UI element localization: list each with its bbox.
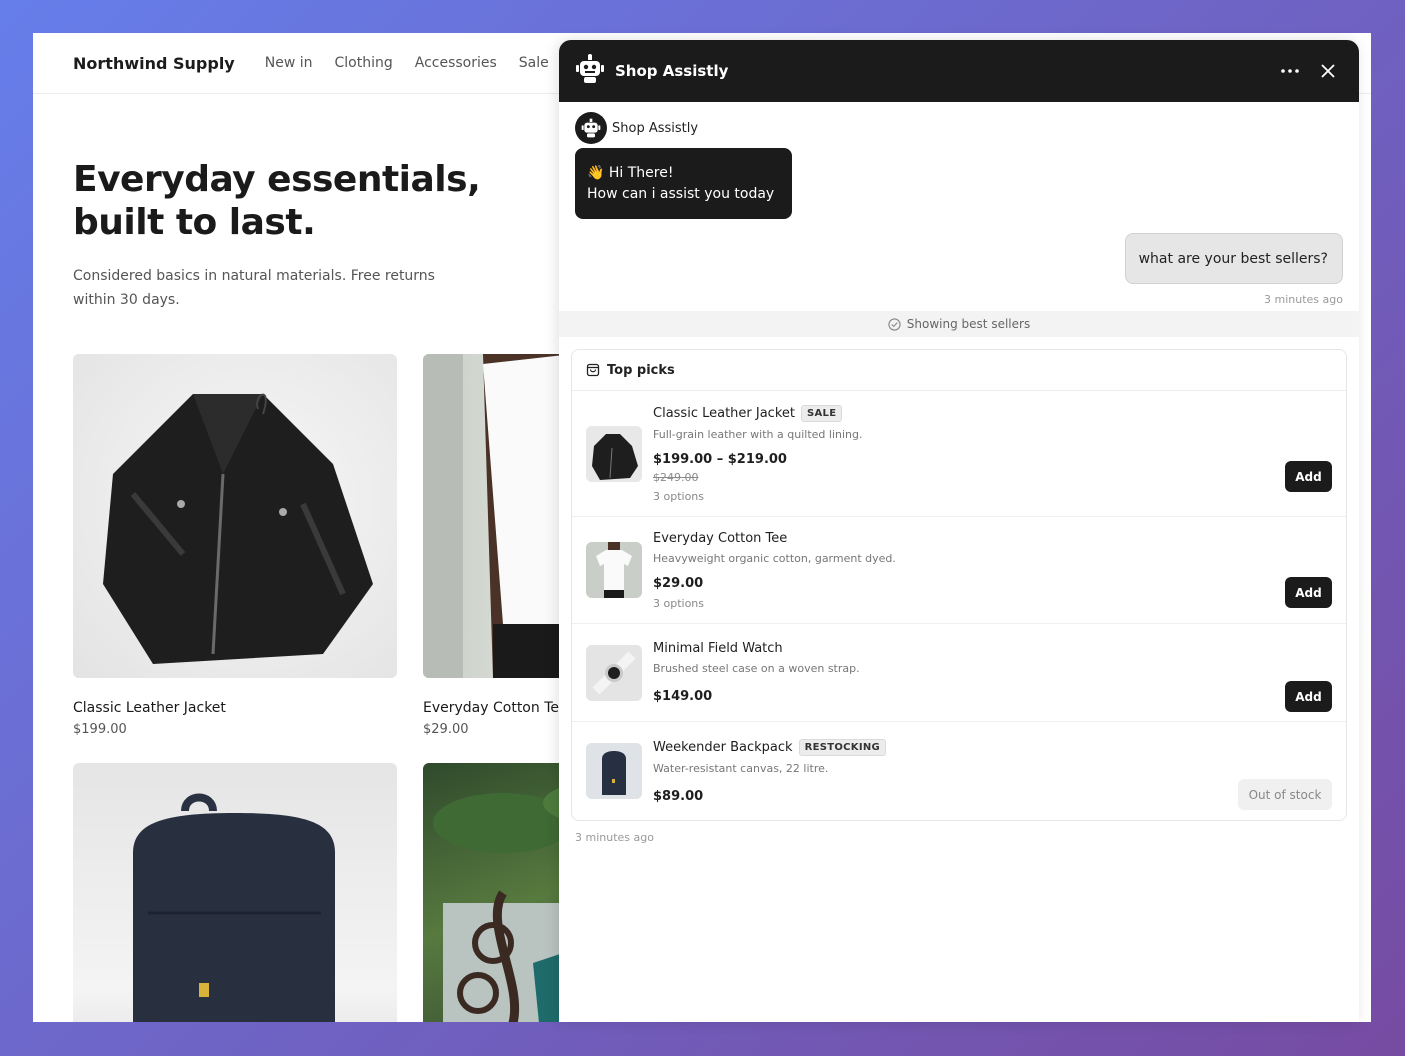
add-button[interactable]: Add — [1285, 577, 1332, 608]
pick-price: $199.00 – $219.00 — [653, 451, 787, 467]
product-price: $199.00 — [73, 722, 127, 737]
field-watch-thumb — [586, 644, 642, 701]
top-picks-title: Top picks — [607, 362, 675, 378]
pick-name[interactable]: Minimal Field Watch — [653, 641, 783, 656]
pick-price: $149.00 — [653, 689, 713, 704]
chat-messages[interactable]: Shop Assistly 👋 Hi There! How can i assi… — [559, 102, 1359, 844]
pick-description: Brushed steel case on a woven strap. — [653, 662, 860, 675]
nav-link-sale[interactable]: Sale — [519, 55, 549, 71]
product-image-leather-jacket[interactable] — [73, 354, 397, 678]
pick-price: $29.00 — [653, 575, 704, 591]
shopping-bag-icon — [586, 363, 600, 377]
out-of-stock-button: Out of stock — [1238, 779, 1332, 810]
robot-icon — [581, 118, 601, 138]
pick-description: Heavyweight organic cotton, garment dyed… — [653, 551, 896, 565]
pick-name-row: Everyday Cotton Tee — [653, 531, 1332, 546]
status-text: Showing best sellers — [906, 317, 1031, 331]
product-name[interactable]: Classic Leather Jacket — [73, 700, 397, 716]
leather-jacket-thumb — [586, 425, 642, 482]
picks-timestamp: 3 minutes ago — [575, 831, 654, 844]
pick-original-price: $249.00 — [653, 470, 699, 484]
pick-name[interactable]: Classic Leather Jacket — [653, 406, 795, 421]
bot-name: Shop Assistly — [612, 120, 699, 136]
pick-item-field-watch[interactable]: Minimal Field Watch Brushed steel case o… — [572, 624, 1346, 722]
top-picks-header: Top picks — [572, 350, 1346, 391]
pick-info: Classic Leather Jacket SALE Full-grain l… — [653, 404, 1332, 503]
pick-info: Minimal Field Watch Brushed steel case o… — [653, 641, 1332, 704]
nav-link-new-in[interactable]: New in — [265, 55, 313, 71]
bot-avatar — [575, 112, 607, 144]
user-message-row: what are your best sellers? — [575, 233, 1343, 284]
hero-title: Everyday essentials, built to last. — [73, 159, 481, 243]
chat-title: Shop Assistly — [615, 62, 729, 80]
pick-thumbnail[interactable] — [586, 644, 642, 701]
backpack-illustration — [133, 793, 335, 1022]
product-card[interactable]: Classic Leather Jacket $199.00 — [73, 354, 397, 737]
pick-description: Full-grain leather with a quilted lining… — [653, 427, 863, 441]
add-button[interactable]: Add — [1285, 461, 1332, 492]
top-picks-card: Top picks Classic Leather Jacket SALE Fu… — [571, 349, 1347, 821]
pick-thumbnail[interactable] — [586, 542, 642, 598]
sale-badge: SALE — [801, 404, 843, 422]
pick-info: Weekender Backpack RESTOCKING Water-resi… — [653, 738, 1332, 804]
pick-price: $89.00 — [653, 788, 704, 804]
product-card[interactable] — [73, 763, 397, 1022]
leather-jacket-illustration — [103, 393, 373, 664]
bot-message-bubble: 👋 Hi There! How can i assist you today — [575, 148, 792, 219]
pick-name-row: Weekender Backpack RESTOCKING — [653, 738, 1332, 756]
pick-name[interactable]: Everyday Cotton Tee — [653, 531, 787, 546]
robot-icon — [575, 54, 605, 88]
pick-item-leather-jacket[interactable]: Classic Leather Jacket SALE Full-grain l… — [572, 391, 1346, 517]
bot-message-header: Shop Assistly — [575, 112, 1343, 144]
status-strip: Showing best sellers — [559, 311, 1359, 337]
check-circle-icon — [888, 317, 901, 331]
chat-widget: Shop Assistly Shop Assistly 👋 Hi There! … — [559, 40, 1359, 1022]
pick-item-weekender-backpack[interactable]: Weekender Backpack RESTOCKING Water-resi… — [572, 722, 1346, 820]
pick-thumbnail[interactable] — [586, 743, 642, 799]
product-image-backpack[interactable] — [73, 763, 397, 1022]
add-button[interactable]: Add — [1285, 681, 1332, 712]
nav-link-accessories[interactable]: Accessories — [415, 55, 497, 71]
pick-thumbnail[interactable] — [586, 425, 642, 482]
backpack-thumb — [586, 743, 642, 799]
nav-link-clothing[interactable]: Clothing — [334, 55, 392, 71]
pick-description: Water-resistant canvas, 22 litre. — [653, 761, 829, 775]
pick-options: 3 options — [653, 489, 705, 503]
pick-options: 3 options — [653, 596, 705, 610]
pick-info: Everyday Cotton Tee Heavyweight organic … — [653, 531, 1332, 610]
more-horizontal-icon[interactable] — [1277, 58, 1303, 84]
user-message-timestamp: 3 minutes ago — [1264, 293, 1343, 306]
brand-logo[interactable]: Northwind Supply — [73, 54, 235, 73]
pick-item-cotton-tee[interactable]: Everyday Cotton Tee Heavyweight organic … — [572, 517, 1346, 624]
pick-name[interactable]: Weekender Backpack — [653, 740, 793, 755]
chat-header: Shop Assistly — [559, 40, 1359, 102]
user-message-bubble: what are your best sellers? — [1124, 233, 1343, 284]
pick-name-row: Classic Leather Jacket SALE — [653, 404, 1332, 422]
greeting-line-1: 👋 Hi There! — [587, 165, 674, 181]
greeting-line-2: How can i assist you today — [587, 186, 775, 202]
cotton-tee-thumb — [586, 542, 642, 598]
hero-subtitle: Considered basics in natural materials. … — [73, 268, 435, 308]
close-icon[interactable] — [1315, 58, 1341, 84]
pick-name-row: Minimal Field Watch — [653, 641, 1332, 656]
restocking-badge: RESTOCKING — [798, 738, 887, 756]
